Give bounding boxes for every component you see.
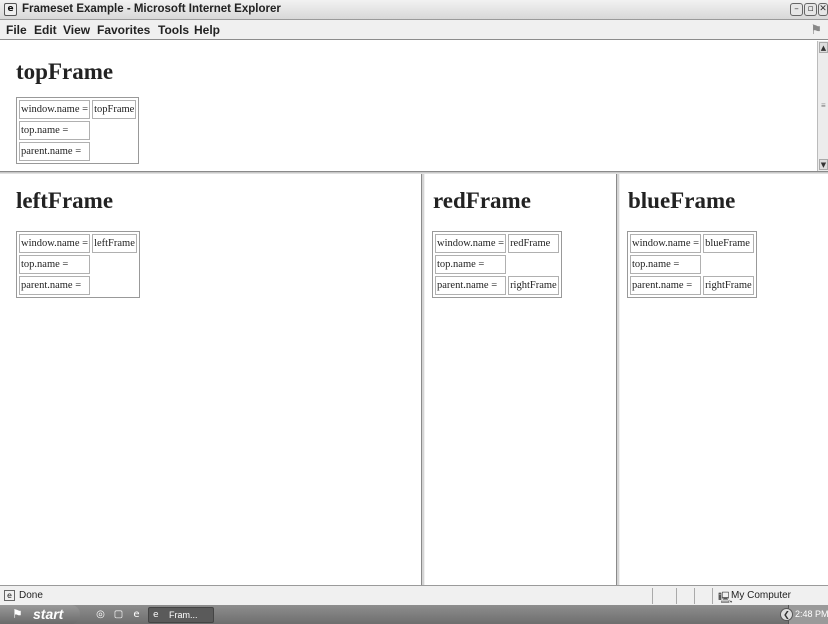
row-label: top.name = [630,255,702,274]
status-bar: e Done 🖳 My Computer [0,585,828,605]
row-value: rightFrame [508,276,559,295]
table-row: top.name = [19,121,136,140]
left-frame-table: window.name = leftFrame top.name = paren… [16,231,140,298]
row-value: redFrame [508,234,559,253]
top-frame: topFrame window.name = topFrame top.name… [0,41,817,171]
table-row: top.name = [19,255,137,274]
table-row: parent.name = rightFrame [630,276,754,295]
row-label: top.name = [19,121,91,140]
table-row: top.name = [630,255,754,274]
top-frame-table: window.name = topFrame top.name = parent… [16,97,140,164]
table-row: parent.name = [19,142,136,161]
taskbar: ⚑ start ◎ ▢ e e Fram... ❮ 2:48 PM [0,605,828,624]
top-frame-scrollbar[interactable]: ▲ ≡ ▼ [817,41,828,171]
status-text: Done [19,590,43,601]
menu-file[interactable]: File [6,23,27,37]
status-divider [652,588,653,604]
table-row: window.name = leftFrame [19,234,137,253]
title-bar[interactable]: e Frameset Example - Microsoft Internet … [0,0,828,20]
red-frame-heading: redFrame [433,188,531,213]
row-label: window.name = [19,100,91,119]
menu-tools[interactable]: Tools [158,23,189,37]
menu-view[interactable]: View [63,23,90,37]
red-frame: redFrame window.name = redFrame top.name… [425,174,616,585]
row-value [703,255,754,274]
status-divider [694,588,695,604]
row-label: parent.name = [19,142,91,161]
ie-page-icon: e [4,3,17,16]
row-label: window.name = [435,234,507,253]
table-row: parent.name = rightFrame [435,276,559,295]
status-divider [712,588,713,604]
blue-frame-table: window.name = blueFrame top.name = paren… [627,231,757,298]
start-label: start [33,606,64,622]
quicklaunch-ie-icon[interactable]: e [130,608,143,621]
table-row: window.name = topFrame [19,100,137,119]
taskbar-window-button[interactable]: e Fram... [148,607,214,623]
maximize-button[interactable]: ▫ [804,3,817,16]
row-label: parent.name = [630,276,702,295]
windows-flag-icon: ⚑ [810,22,822,37]
tray-expand-icon[interactable]: ❮ [780,608,793,621]
row-value [92,121,136,140]
left-frame-heading: leftFrame [16,188,114,213]
status-divider [676,588,677,604]
row-value: rightFrame [703,276,754,295]
top-frame-heading: topFrame [16,59,114,84]
table-row: window.name = blueFrame [630,234,754,253]
scroll-thumb[interactable]: ≡ [821,101,826,110]
row-value: leftFrame [92,234,137,253]
task-label: Fram... [169,610,198,620]
red-frame-table: window.name = redFrame top.name = parent… [432,231,562,298]
scroll-down-arrow-icon[interactable]: ▼ [819,159,828,170]
row-value: blueFrame [703,234,754,253]
clock: 2:48 PM [795,609,828,619]
table-row: parent.name = [19,276,137,295]
menu-bar: File Edit View Favorites Tools Help ⚑ [0,20,828,40]
quicklaunch-browser-icon[interactable]: ◎ [94,608,107,621]
blue-frame-heading: blueFrame [628,188,736,213]
row-value: topFrame [92,100,137,119]
row-label: top.name = [435,255,507,274]
row-label: window.name = [19,234,91,253]
start-button[interactable]: ⚑ start [0,605,80,624]
table-row: window.name = redFrame [435,234,559,253]
quicklaunch-desktop-icon[interactable]: ▢ [112,608,125,621]
close-button[interactable]: ✕ [818,3,828,16]
row-label: window.name = [630,234,702,253]
menu-help[interactable]: Help [194,23,220,37]
row-value [92,255,137,274]
system-tray: ❮ 2:48 PM [780,605,828,624]
menu-favorites[interactable]: Favorites [97,23,150,37]
minimize-button[interactable]: – [790,3,803,16]
row-label: top.name = [19,255,91,274]
ie-page-icon: e [153,610,159,620]
row-value [92,142,136,161]
row-value [92,276,137,295]
windows-logo-icon: ⚑ [12,607,23,621]
page-done-icon: e [4,590,15,601]
menu-edit[interactable]: Edit [34,23,57,37]
row-label: parent.name = [19,276,91,295]
blue-frame: blueFrame window.name = blueFrame top.na… [620,174,828,585]
scroll-up-arrow-icon[interactable]: ▲ [819,42,828,53]
window-title: Frameset Example - Microsoft Internet Ex… [22,3,281,15]
left-frame: leftFrame window.name = leftFrame top.na… [0,174,421,585]
security-zone: My Computer [731,590,792,601]
row-value [508,255,559,274]
row-label: parent.name = [435,276,507,295]
table-row: top.name = [435,255,559,274]
